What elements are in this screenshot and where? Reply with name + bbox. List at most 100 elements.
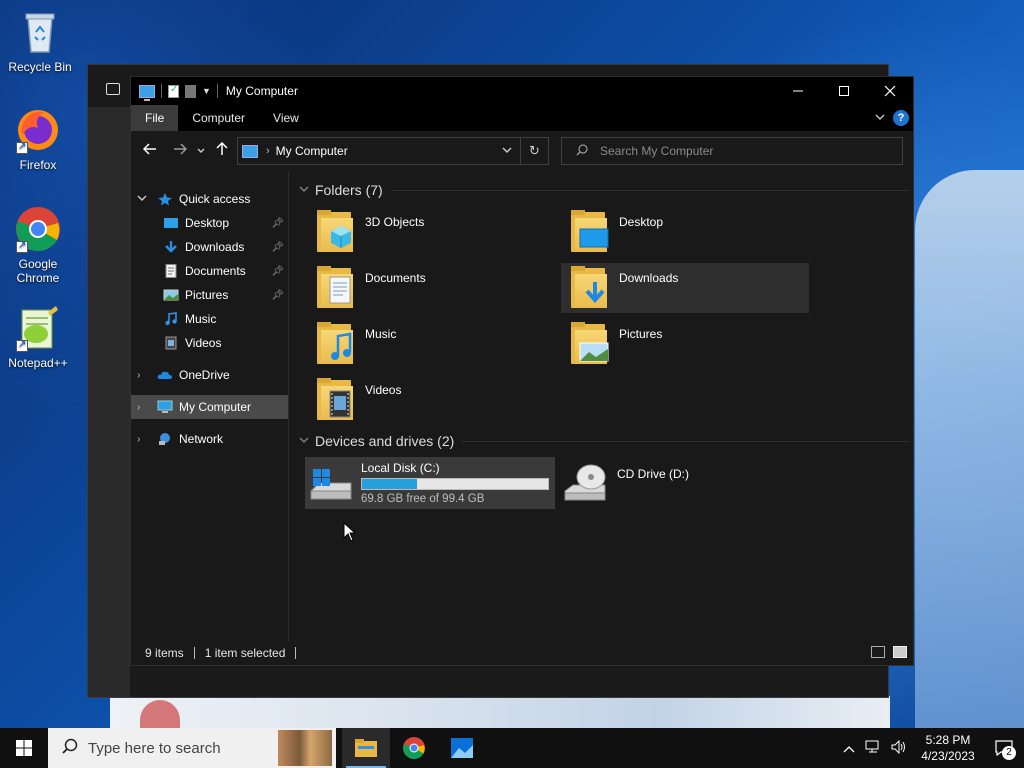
- sidebar-item-desktop[interactable]: Desktop 📌︎: [131, 211, 288, 235]
- taskbar-search-box[interactable]: Type here to search: [48, 728, 336, 768]
- minimize-button[interactable]: [775, 77, 821, 105]
- image-icon: [106, 83, 120, 95]
- folders-group-header[interactable]: Folders (7): [299, 182, 909, 198]
- folder-tile-3d-objects[interactable]: 3D Objects: [307, 207, 555, 257]
- new-folder-icon[interactable]: [185, 84, 196, 98]
- properties-icon[interactable]: [168, 84, 179, 98]
- sidebar-item-music[interactable]: Music: [131, 307, 288, 331]
- back-button[interactable]: [137, 142, 163, 160]
- tab-view[interactable]: View: [259, 105, 313, 131]
- drive-name: CD Drive (D:): [617, 467, 689, 481]
- videos-folder-icon: [315, 378, 355, 422]
- details-view-icon[interactable]: [871, 646, 885, 658]
- up-button[interactable]: [209, 141, 235, 161]
- file-explorer-window[interactable]: ▼ My Computer File Computer View ?: [130, 76, 914, 666]
- tab-computer[interactable]: Computer: [178, 105, 259, 131]
- system-clock[interactable]: 5:28 PM 4/23/2023: [912, 732, 984, 764]
- breadcrumb-my-computer[interactable]: My Computer: [276, 144, 348, 158]
- sidebar-item-videos[interactable]: Videos: [131, 331, 288, 355]
- recent-locations-button[interactable]: [193, 146, 209, 157]
- taskbar-photos[interactable]: [438, 728, 486, 768]
- wallpaper-shape: [110, 696, 890, 732]
- chevron-down-icon[interactable]: [137, 194, 147, 205]
- download-arrow-icon: [165, 241, 177, 253]
- forward-button[interactable]: [167, 142, 193, 160]
- sidebar-item-my-computer[interactable]: › My Computer: [131, 395, 288, 419]
- expand-ribbon-chevron-icon[interactable]: [875, 112, 885, 124]
- drive-usage-bar: [361, 478, 549, 490]
- close-icon: [884, 85, 896, 97]
- title-bar[interactable]: ▼ My Computer: [131, 77, 913, 105]
- chevron-right-icon[interactable]: ›: [137, 402, 140, 413]
- document-icon: [165, 264, 177, 278]
- shortcut-arrow-icon: [16, 140, 28, 154]
- drive-tile-local-disk-c[interactable]: Local Disk (C:) 69.8 GB free of 99.4 GB: [305, 457, 555, 509]
- chevron-right-icon[interactable]: ›: [137, 370, 140, 381]
- sidebar-item-downloads[interactable]: Downloads 📌︎: [131, 235, 288, 259]
- desktop-icon-recycle-bin[interactable]: Recycle Bin: [2, 8, 78, 74]
- music-note-icon: [165, 312, 177, 326]
- show-hidden-icons-chevron-icon[interactable]: [843, 741, 855, 756]
- desktop-icon-google-chrome[interactable]: Google Chrome: [0, 205, 76, 285]
- devices-group-header[interactable]: Devices and drives (2): [299, 433, 909, 449]
- folder-tile-desktop[interactable]: Desktop: [561, 207, 809, 257]
- large-icons-view-icon[interactable]: [893, 646, 907, 658]
- photos-icon: [451, 738, 473, 758]
- drive-tile-cd-drive-d[interactable]: CD Drive (D:): [561, 457, 811, 509]
- desktop-folder-icon: [569, 210, 609, 254]
- pin-icon[interactable]: 📌︎: [271, 266, 284, 277]
- sidebar-item-pictures[interactable]: Pictures 📌︎: [131, 283, 288, 307]
- computer-icon: [157, 400, 173, 413]
- arrow-right-icon: [174, 143, 188, 155]
- tab-file[interactable]: File: [131, 105, 179, 131]
- sidebar-item-onedrive[interactable]: › OneDrive: [131, 363, 288, 387]
- search-box[interactable]: [561, 137, 903, 165]
- action-center-button[interactable]: 2: [984, 728, 1024, 768]
- folder-tile-documents[interactable]: Documents: [307, 263, 555, 313]
- folder-tile-downloads[interactable]: Downloads: [561, 263, 809, 313]
- chevron-down-icon[interactable]: [299, 436, 309, 447]
- folder-tile-music[interactable]: Music: [307, 319, 555, 369]
- address-history-chevron-icon[interactable]: [502, 146, 512, 157]
- help-icon[interactable]: ?: [893, 110, 909, 126]
- pictures-icon: [163, 289, 179, 301]
- pin-icon[interactable]: 📌︎: [271, 290, 284, 301]
- pin-icon[interactable]: 📌︎: [271, 242, 284, 253]
- taskbar-google-chrome[interactable]: [390, 728, 438, 768]
- search-input[interactable]: [600, 144, 880, 158]
- folder-tile-pictures[interactable]: Pictures: [561, 319, 809, 369]
- navigation-pane: Quick access Desktop 📌︎ Downloads 📌︎ Doc…: [131, 171, 289, 641]
- mouse-cursor-icon: [343, 522, 357, 542]
- sidebar-item-network[interactable]: › Network: [131, 427, 288, 451]
- customize-toolbar-chevron-icon[interactable]: ▼: [202, 86, 211, 96]
- folder-tile-videos[interactable]: Videos: [307, 375, 555, 425]
- chevron-right-icon[interactable]: ›: [266, 145, 270, 157]
- desktop-icon-notepad-plus-plus[interactable]: Notepad++: [0, 304, 76, 370]
- desktop-icon-label: Firefox: [19, 158, 57, 172]
- chevron-down-icon[interactable]: [299, 185, 309, 196]
- sidebar-item-documents[interactable]: Documents 📌︎: [131, 259, 288, 283]
- notification-count-badge: 2: [1002, 746, 1016, 760]
- maximize-button[interactable]: [821, 77, 867, 105]
- quick-access-toolbar: ▼: [131, 84, 218, 101]
- start-button[interactable]: [0, 728, 48, 768]
- desktop-icon-firefox[interactable]: Firefox: [0, 106, 76, 172]
- item-count: 9 items: [145, 646, 184, 660]
- status-bar: 9 items 1 item selected: [131, 641, 913, 665]
- 3d-objects-folder-icon: [315, 210, 355, 254]
- refresh-button[interactable]: ↻: [520, 138, 548, 164]
- taskbar-file-explorer[interactable]: [342, 728, 390, 768]
- volume-icon[interactable]: [891, 739, 907, 757]
- address-bar[interactable]: › My Computer ↻: [237, 137, 549, 165]
- network-icon: [159, 433, 170, 445]
- taskbar: Type here to search 5:28 PM 4/23/2023 2: [0, 728, 1024, 768]
- close-button[interactable]: [867, 77, 913, 105]
- file-explorer-icon: [355, 739, 377, 757]
- windows-logo-icon: [16, 740, 32, 756]
- chrome-icon: [403, 737, 425, 759]
- chevron-right-icon[interactable]: ›: [137, 434, 140, 445]
- content-pane[interactable]: Folders (7) 3D Objects Desktop Documents…: [291, 171, 913, 641]
- sidebar-item-quick-access[interactable]: Quick access: [131, 187, 288, 211]
- network-icon[interactable]: [865, 740, 881, 757]
- pin-icon[interactable]: 📌︎: [271, 218, 284, 229]
